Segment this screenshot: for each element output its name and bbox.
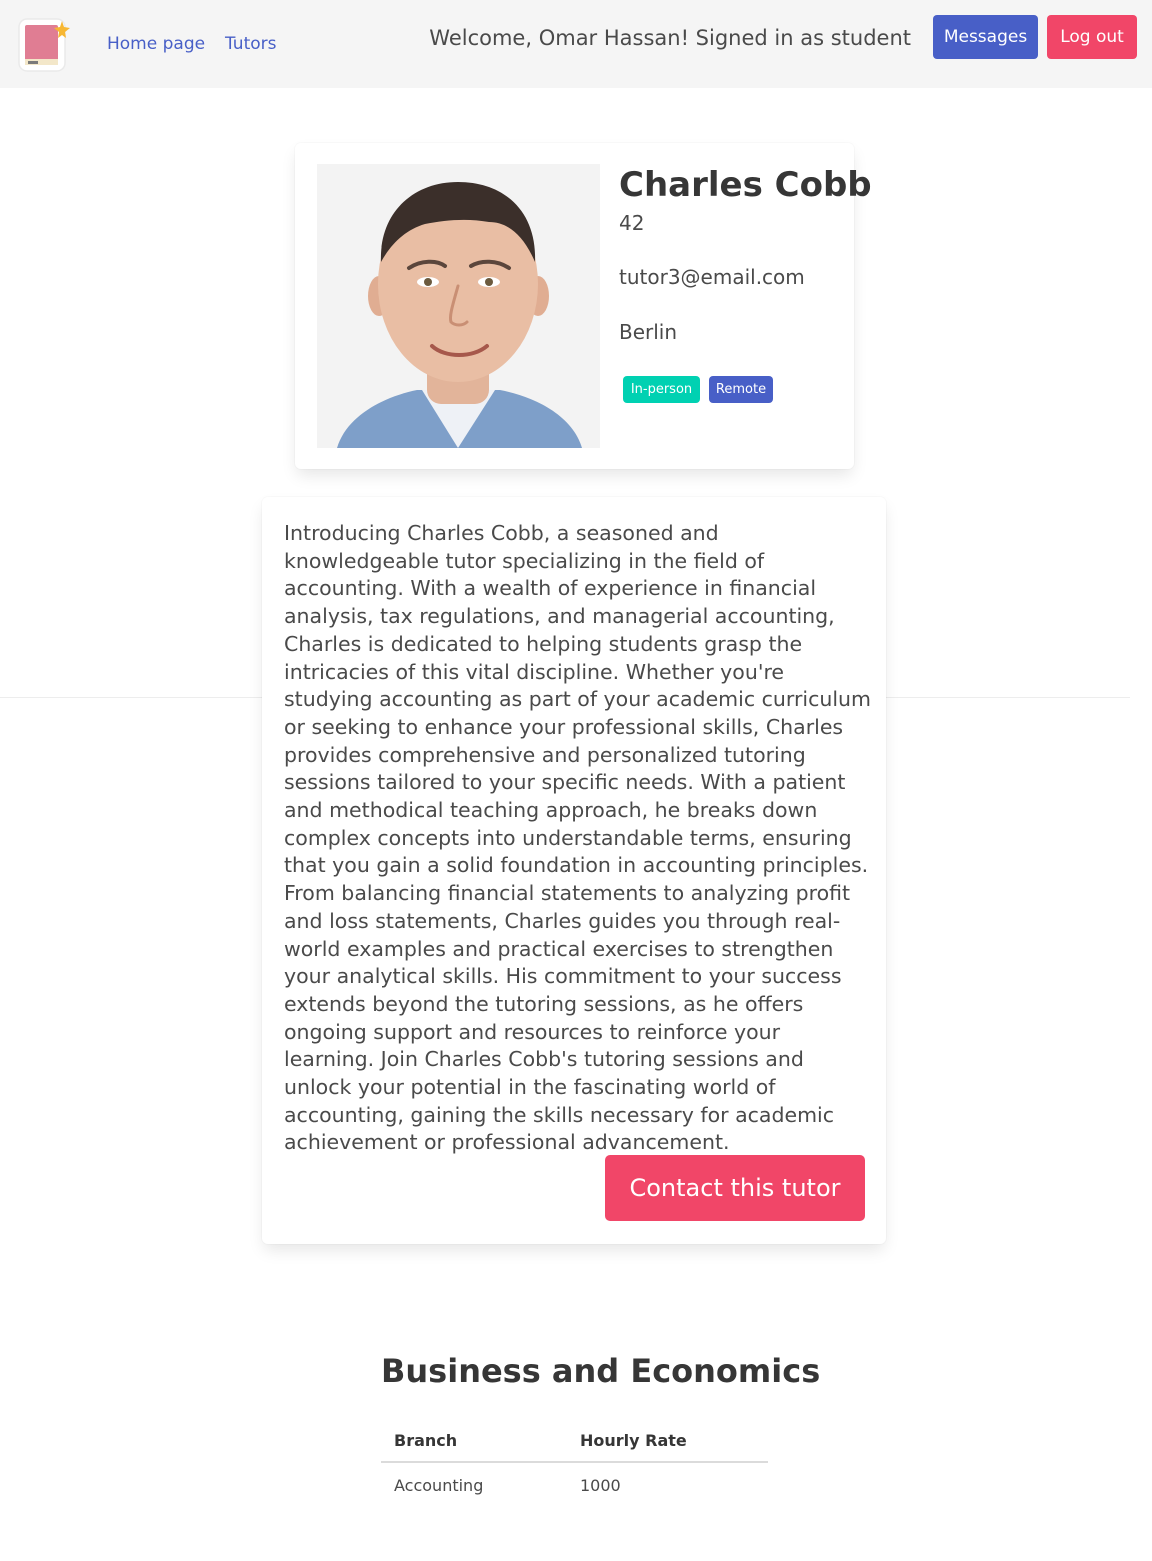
table-header-row: Branch Hourly Rate [381,1421,768,1463]
subject-title: Business and Economics [381,1352,821,1390]
logout-button[interactable]: Log out [1047,15,1137,59]
tutor-name: Charles Cobb [619,165,872,205]
rate-table: Branch Hourly Rate Accounting 1000 [381,1421,768,1507]
table-row: Accounting 1000 [381,1462,768,1507]
tag-remote: Remote [709,376,773,403]
nav-home-link[interactable]: Home page [107,34,205,54]
messages-button[interactable]: Messages [933,15,1038,59]
navbar: Home page Tutors Welcome, Omar Hassan! S… [0,0,1152,88]
column-header-branch: Branch [381,1421,567,1463]
contact-tutor-button[interactable]: Contact this tutor [605,1155,865,1221]
column-header-hourly-rate: Hourly Rate [567,1421,768,1463]
tutor-city: Berlin [619,320,678,344]
profile-card: Charles Cobb 42 tutor3@email.com Berlin … [295,143,872,469]
nav-tutors-link[interactable]: Tutors [225,34,277,54]
tutor-description: Introducing Charles Cobb, a seasoned and… [284,521,872,1155]
tutor-email: tutor3@email.com [619,265,805,289]
tutor-photo [317,164,600,448]
tutor-portrait-image [317,164,600,448]
tutor-age: 42 [619,211,645,235]
tag-in-person: In-person [623,376,700,403]
description-card: Introducing Charles Cobb, a seasoned and… [262,497,886,1244]
welcome-text: Welcome, Omar Hassan! Signed in as stude… [429,26,911,50]
logo-icon[interactable] [18,15,70,73]
cell-hourly-rate: 1000 [580,1476,621,1495]
cell-branch: Accounting [394,1476,484,1495]
